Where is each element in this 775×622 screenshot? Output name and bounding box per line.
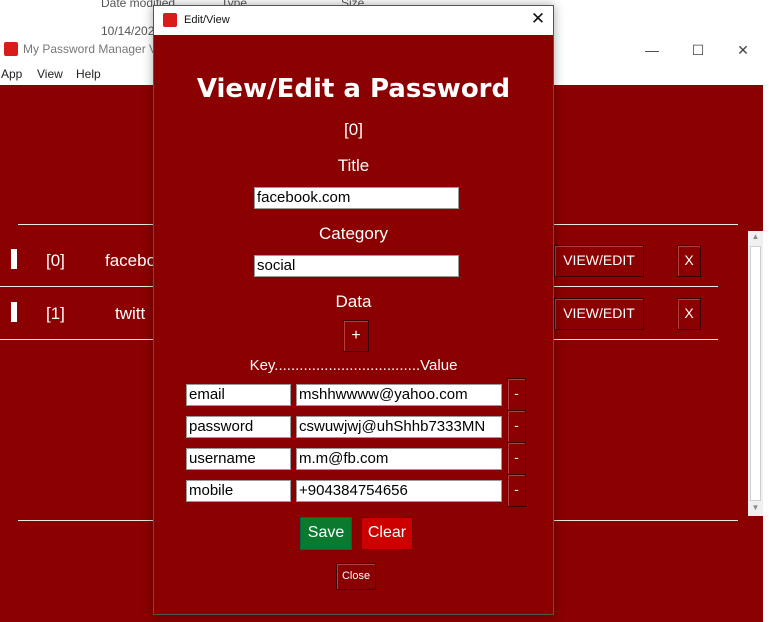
remove-entry-button[interactable]: - <box>507 442 526 475</box>
add-entry-button[interactable]: + <box>343 320 369 352</box>
remove-entry-button[interactable]: - <box>507 378 526 411</box>
remove-entry-button[interactable]: - <box>507 410 526 443</box>
row-title: twitt <box>115 304 146 323</box>
entry-value-input[interactable]: mshhwwww@yahoo.com <box>296 384 502 406</box>
title-input[interactable]: facebook.com <box>254 187 459 209</box>
entry-key-input[interactable]: mobile <box>186 480 291 502</box>
row-index: [1] <box>46 304 65 323</box>
minimize-icon[interactable]: — <box>629 38 675 62</box>
entry-value-input[interactable]: +904384754656 <box>296 480 502 502</box>
view-edit-button[interactable]: VIEW/EDIT <box>554 245 644 277</box>
row-title: facebo <box>105 251 157 270</box>
maximize-icon[interactable]: ☐ <box>675 38 721 62</box>
dialog-title: Edit/View <box>184 14 230 26</box>
menu-help[interactable]: Help <box>76 67 101 81</box>
menu-app[interactable]: App <box>1 67 22 81</box>
row-marker <box>11 302 17 322</box>
key-value-header: Key...................................Va… <box>249 357 458 374</box>
close-button[interactable]: Close <box>336 563 376 590</box>
entry-key-input[interactable]: password <box>186 416 291 438</box>
category-label: Category <box>319 224 388 243</box>
scroll-up-icon[interactable]: ▲ <box>748 232 763 241</box>
close-icon[interactable]: ✕ <box>720 38 766 62</box>
row-index: [0] <box>46 251 65 270</box>
category-input[interactable]: social <box>254 255 459 277</box>
remove-entry-button[interactable]: - <box>507 474 526 507</box>
data-label: Data <box>335 292 372 311</box>
clear-button[interactable]: Clear <box>361 517 413 550</box>
delete-button[interactable]: X <box>677 245 701 277</box>
scroll-down-icon[interactable]: ▼ <box>748 503 763 512</box>
row-marker <box>11 249 17 269</box>
dialog-titlebar: Edit/View ✕ <box>154 6 553 35</box>
app-lock-icon <box>163 13 177 27</box>
entry-key-input[interactable]: username <box>186 448 291 470</box>
edit-view-dialog: Edit/View ✕ View/Edit a Password [0] Tit… <box>153 5 554 615</box>
entry-key-input[interactable]: email <box>186 384 291 406</box>
entry-value-input[interactable]: cswuwjwj@uhShhb7333MN <box>296 416 502 438</box>
menu-view[interactable]: View <box>37 67 63 81</box>
entry-value-input[interactable]: m.m@fb.com <box>296 448 502 470</box>
delete-button[interactable]: X <box>677 298 701 330</box>
close-icon[interactable]: ✕ <box>526 9 550 29</box>
record-index: [0] <box>344 120 363 139</box>
title-label: Title <box>337 156 370 175</box>
main-window-title: My Password Manager V <box>23 42 158 56</box>
save-button[interactable]: Save <box>300 517 352 550</box>
view-edit-button[interactable]: VIEW/EDIT <box>554 298 644 330</box>
scrollbar-thumb[interactable] <box>750 246 761 501</box>
page-title: View/Edit a Password <box>196 74 511 104</box>
app-lock-icon <box>4 42 18 56</box>
